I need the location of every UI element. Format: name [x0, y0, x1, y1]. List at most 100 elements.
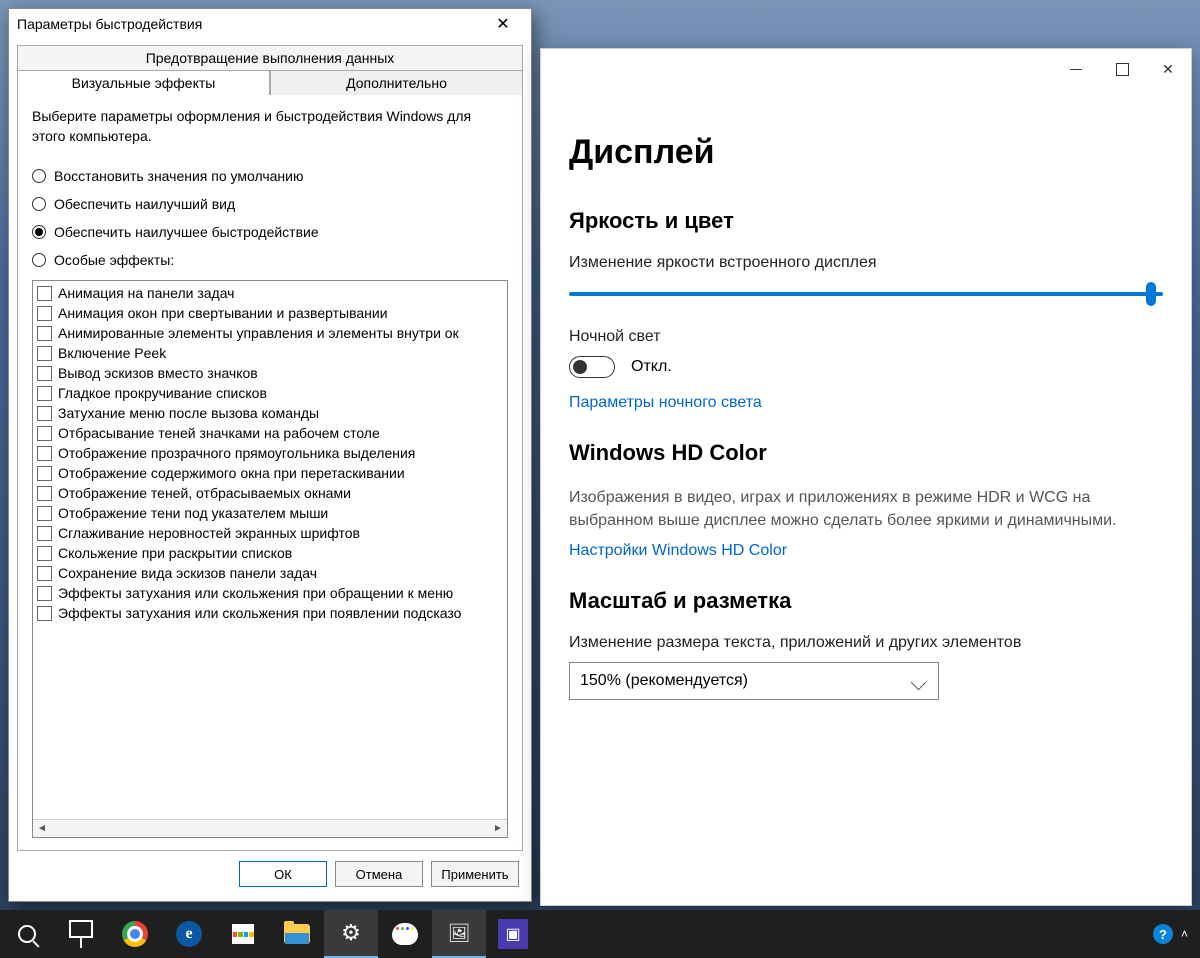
effect-item[interactable]: Отображение содержимого окна при перетас…	[37, 463, 503, 483]
slider-thumb[interactable]	[1146, 282, 1156, 306]
ok-button[interactable]: ОК	[239, 861, 327, 887]
effect-label: Анимация на панели задач	[58, 285, 234, 301]
checkbox-icon[interactable]	[37, 366, 52, 381]
radio-icon	[32, 169, 46, 183]
checkbox-icon[interactable]	[37, 286, 52, 301]
effect-item[interactable]: Отбрасывание теней значками на рабочем с…	[37, 423, 503, 443]
taskbar-store[interactable]	[216, 910, 270, 958]
effect-label: Эффекты затухания или скольжения при обр…	[58, 585, 453, 601]
checkbox-icon[interactable]	[37, 446, 52, 461]
checkbox-icon[interactable]	[37, 606, 52, 621]
help-icon[interactable]: ?	[1153, 924, 1173, 944]
checkbox-icon[interactable]	[37, 306, 52, 321]
cancel-button[interactable]: Отмена	[335, 861, 423, 887]
checkbox-icon[interactable]	[37, 506, 52, 521]
checkbox-icon[interactable]	[37, 326, 52, 341]
effect-label: Анимация окон при свертывании и разверты…	[58, 305, 388, 321]
tab-dep[interactable]: Предотвращение выполнения данных	[17, 45, 523, 71]
horizontal-scrollbar[interactable]: ◄ ►	[33, 819, 507, 837]
task-view-button[interactable]	[54, 910, 108, 958]
scale-value: 150% (рекомендуется)	[580, 672, 748, 690]
taskbar-app-cpu[interactable]: ▣	[486, 910, 540, 958]
search-button[interactable]	[0, 910, 54, 958]
radio-label: Обеспечить наилучшее быстродействие	[54, 224, 319, 240]
effect-item[interactable]: Скольжение при раскрытии списков	[37, 543, 503, 563]
effect-item[interactable]: Эффекты затухания или скольжения при обр…	[37, 583, 503, 603]
search-icon	[18, 925, 36, 943]
task-view-icon	[69, 920, 93, 948]
taskbar-chrome[interactable]	[108, 910, 162, 958]
radio-custom[interactable]: Особые эффекты:	[32, 252, 508, 268]
close-icon[interactable]	[1145, 52, 1191, 86]
effect-label: Гладкое прокручивание списков	[58, 385, 267, 401]
tab-advanced[interactable]: Дополнительно	[270, 70, 523, 96]
effect-item[interactable]: Отображение теней, отбрасываемых окнами	[37, 483, 503, 503]
taskbar-edge[interactable]: e	[162, 910, 216, 958]
effect-label: Вывод эскизов вместо значков	[58, 365, 258, 381]
checkbox-icon[interactable]	[37, 386, 52, 401]
paint-icon	[392, 923, 418, 945]
effect-item[interactable]: Эффекты затухания или скольжения при поя…	[37, 603, 503, 623]
effect-item[interactable]: Сохранение вида эскизов панели задач	[37, 563, 503, 583]
effect-label: Включение Peek	[58, 345, 166, 361]
effect-label: Эффекты затухания или скольжения при поя…	[58, 605, 461, 621]
brightness-slider[interactable]	[569, 282, 1163, 306]
radio-bestlook[interactable]: Обеспечить наилучший вид	[32, 196, 508, 212]
dialog-titlebar[interactable]: Параметры быстродействия ✕	[9, 9, 531, 39]
close-icon[interactable]: ✕	[483, 14, 523, 34]
effect-label: Отображение теней, отбрасываемых окнами	[58, 485, 351, 501]
radio-icon	[32, 225, 46, 239]
taskbar-paint[interactable]	[378, 910, 432, 958]
radio-label: Особые эффекты:	[54, 252, 174, 268]
minimize-icon[interactable]	[1053, 52, 1099, 86]
checkbox-icon[interactable]	[37, 486, 52, 501]
tabs: Предотвращение выполнения данных Визуаль…	[17, 45, 523, 95]
hdcolor-description: Изображения в видео, играх и приложениях…	[569, 486, 1163, 532]
effect-item[interactable]: Вывод эскизов вместо значков	[37, 363, 503, 383]
effect-item[interactable]: Сглаживание неровностей экранных шрифтов	[37, 523, 503, 543]
checkbox-icon[interactable]	[37, 566, 52, 581]
scroll-right-icon[interactable]: ►	[489, 821, 507, 837]
checkbox-icon[interactable]	[37, 466, 52, 481]
checkbox-icon[interactable]	[37, 406, 52, 421]
effect-label: Сглаживание неровностей экранных шрифтов	[58, 525, 360, 541]
effect-label: Отображение тени под указателем мыши	[58, 505, 328, 521]
tab-content: Выберите параметры оформления и быстроде…	[17, 95, 523, 851]
checkbox-icon[interactable]	[37, 586, 52, 601]
taskbar-app-photos[interactable]: 🖼	[432, 910, 486, 958]
checkbox-icon[interactable]	[37, 546, 52, 561]
page-title: Дисплей	[569, 133, 1163, 172]
gear-icon: ⚙	[341, 920, 361, 946]
maximize-icon[interactable]	[1099, 52, 1145, 86]
folder-icon	[284, 924, 310, 944]
radio-bestperf[interactable]: Обеспечить наилучшее быстродействие	[32, 224, 508, 240]
effects-listbox[interactable]: Анимация на панели задач Анимация окон пр…	[32, 280, 508, 838]
effect-item[interactable]: Анимация окон при свертывании и разверты…	[37, 303, 503, 323]
apply-button[interactable]: Применить	[431, 861, 519, 887]
hdcolor-settings-link[interactable]: Настройки Windows HD Color	[569, 542, 1163, 560]
effect-label: Сохранение вида эскизов панели задач	[58, 565, 317, 581]
section-hdcolor: Windows HD Color	[569, 440, 1163, 466]
tray-chevron-icon[interactable]: ˄	[1181, 927, 1188, 941]
nightlight-toggle[interactable]	[569, 356, 615, 378]
radio-default[interactable]: Восстановить значения по умолчанию	[32, 168, 508, 184]
checkbox-icon[interactable]	[37, 526, 52, 541]
slider-track	[569, 292, 1163, 296]
effect-item[interactable]: Затухание меню после вызова команды	[37, 403, 503, 423]
tab-visual-effects[interactable]: Визуальные эффекты	[17, 70, 270, 96]
radio-icon	[32, 197, 46, 211]
effect-item[interactable]: Анимация на панели задач	[37, 283, 503, 303]
scroll-track[interactable]	[51, 821, 489, 837]
effect-item[interactable]: Анимированные элементы управления и элем…	[37, 323, 503, 343]
scroll-left-icon[interactable]: ◄	[33, 821, 51, 837]
effect-item[interactable]: Отображение прозрачного прямоугольника в…	[37, 443, 503, 463]
scale-combobox[interactable]: 150% (рекомендуется)	[569, 662, 939, 700]
effect-item[interactable]: Отображение тени под указателем мыши	[37, 503, 503, 523]
effect-item[interactable]: Включение Peek	[37, 343, 503, 363]
nightlight-settings-link[interactable]: Параметры ночного света	[569, 394, 1163, 412]
taskbar-settings[interactable]: ⚙	[324, 910, 378, 958]
checkbox-icon[interactable]	[37, 426, 52, 441]
taskbar-explorer[interactable]	[270, 910, 324, 958]
effect-item[interactable]: Гладкое прокручивание списков	[37, 383, 503, 403]
checkbox-icon[interactable]	[37, 346, 52, 361]
